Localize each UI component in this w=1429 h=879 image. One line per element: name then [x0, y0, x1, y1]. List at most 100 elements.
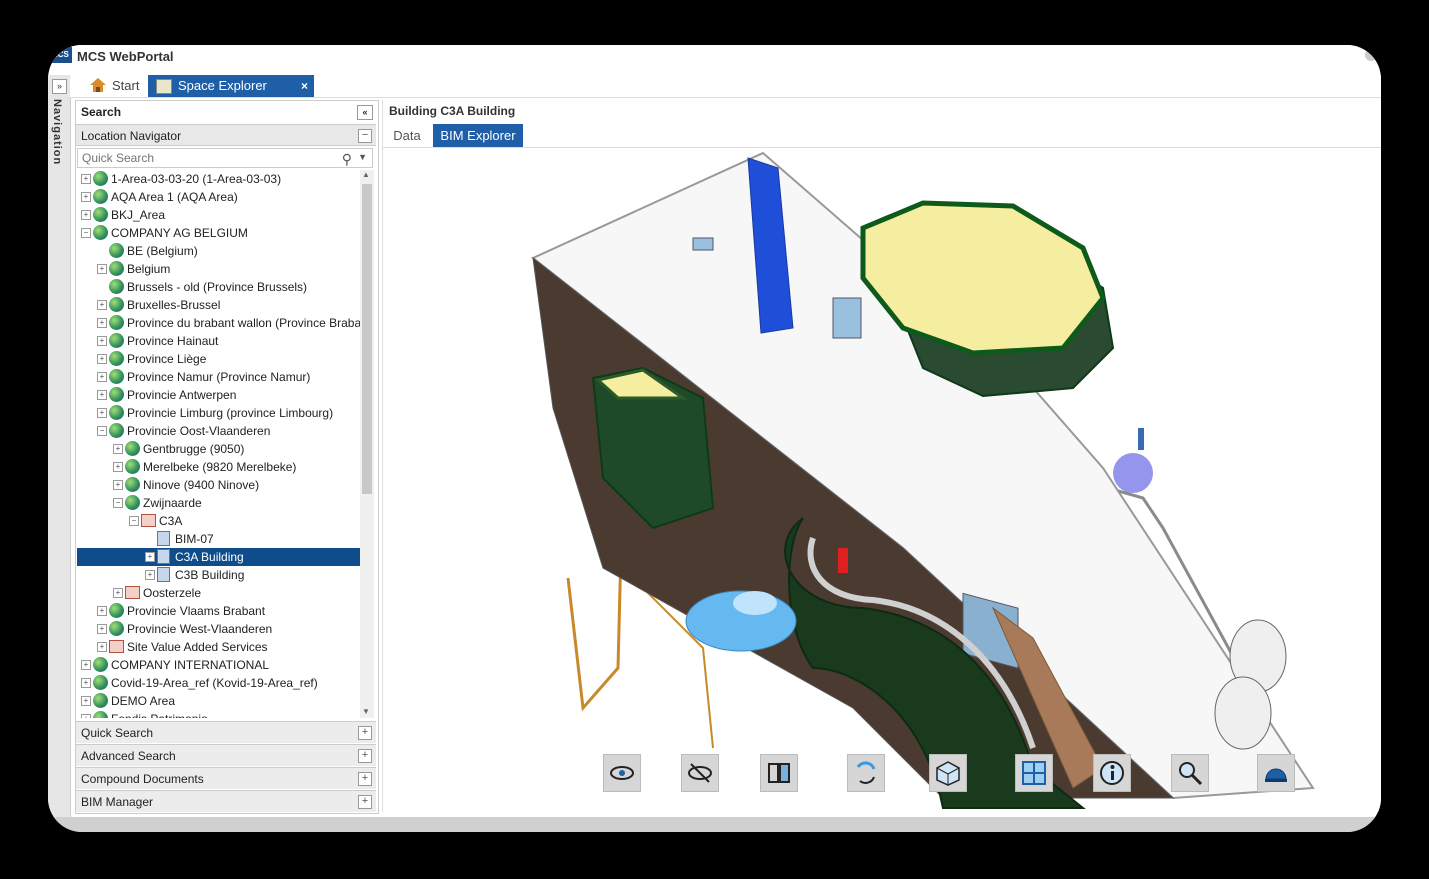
expand-icon[interactable]: +: [81, 192, 91, 202]
expand-icon[interactable]: +: [97, 390, 107, 400]
zoom-button[interactable]: [1171, 754, 1209, 792]
tab-space-explorer[interactable]: Space Explorer ×: [148, 75, 314, 97]
expand-icon[interactable]: +: [97, 606, 107, 616]
puzzle-button[interactable]: [1015, 754, 1053, 792]
tree-node[interactable]: + Province Hainaut: [77, 332, 360, 350]
collapse-icon[interactable]: −: [81, 228, 91, 238]
expand-icon[interactable]: +: [97, 318, 107, 328]
collapse-icon[interactable]: −: [97, 426, 107, 436]
tab-bim-explorer[interactable]: BIM Explorer: [433, 124, 523, 147]
scroll-up-icon[interactable]: ▲: [362, 170, 370, 179]
expand-icon[interactable]: +: [97, 642, 107, 652]
tree-node[interactable]: + Site Value Added Services: [77, 638, 360, 656]
navigation-label[interactable]: Navigation: [51, 99, 63, 165]
tree-node[interactable]: + AQA Area 1 (AQA Area): [77, 188, 360, 206]
expand-icon[interactable]: +: [81, 714, 91, 718]
window-menu-icon[interactable]: [1365, 49, 1377, 61]
search-icon[interactable]: ⚲: [342, 151, 352, 168]
expand-icon[interactable]: +: [97, 372, 107, 382]
expand-section-button[interactable]: +: [358, 726, 372, 740]
show-button[interactable]: [603, 754, 641, 792]
tree-node[interactable]: + Provincie West-Vlaanderen: [77, 620, 360, 638]
helmet-button[interactable]: [1257, 754, 1295, 792]
building-icon: [109, 640, 124, 653]
expand-icon[interactable]: +: [97, 264, 107, 274]
tree-node[interactable]: + Bruxelles-Brussel: [77, 296, 360, 314]
tree-node-label: Provincie Vlaams Brabant: [127, 604, 266, 618]
tree-node[interactable]: + Provincie Antwerpen: [77, 386, 360, 404]
expand-section-button[interactable]: +: [358, 772, 372, 786]
tab-data[interactable]: Data: [383, 124, 431, 147]
scroll-down-icon[interactable]: ▼: [362, 707, 370, 716]
tree-node[interactable]: + C3B Building: [77, 566, 360, 584]
tree-node[interactable]: Brussels - old (Province Brussels): [77, 278, 360, 296]
tree-node[interactable]: + Province Liège: [77, 350, 360, 368]
quick-search-input[interactable]: [78, 149, 336, 167]
expand-icon[interactable]: +: [81, 174, 91, 184]
tree-node[interactable]: BIM-07: [77, 530, 360, 548]
expand-icon[interactable]: +: [97, 624, 107, 634]
collapse-icon[interactable]: −: [113, 498, 123, 508]
advanced-search-section[interactable]: Advanced Search +: [76, 744, 376, 766]
location-navigator-header[interactable]: Location Navigator −: [76, 124, 376, 146]
cube-view-button[interactable]: [929, 754, 967, 792]
expand-icon[interactable]: +: [145, 552, 155, 562]
tree-node[interactable]: + BKJ_Area: [77, 206, 360, 224]
compound-documents-section[interactable]: Compound Documents +: [76, 767, 376, 789]
tree-node[interactable]: − Provincie Oost-Vlaanderen: [77, 422, 360, 440]
tree-node[interactable]: + Province Namur (Province Namur): [77, 368, 360, 386]
expand-icon[interactable]: +: [97, 354, 107, 364]
expand-icon[interactable]: +: [113, 480, 123, 490]
tree-node[interactable]: + Provincie Vlaams Brabant: [77, 602, 360, 620]
collapse-section-button[interactable]: −: [358, 129, 372, 143]
tree-node[interactable]: + Ninove (9400 Ninove): [77, 476, 360, 494]
scrollbar-thumb[interactable]: [362, 184, 372, 494]
tree-node[interactable]: + C3A Building: [77, 548, 360, 566]
tree-node[interactable]: BE (Belgium): [77, 242, 360, 260]
expand-icon[interactable]: +: [81, 660, 91, 670]
expand-icon[interactable]: +: [145, 570, 155, 580]
tree-node[interactable]: + Oosterzele: [77, 584, 360, 602]
expand-icon[interactable]: +: [113, 444, 123, 454]
expand-icon[interactable]: +: [81, 210, 91, 220]
tree-scrollbar[interactable]: ▲ ▼: [360, 170, 374, 718]
info-button[interactable]: [1093, 754, 1131, 792]
cube-view-icon: [936, 761, 960, 786]
expand-icon[interactable]: +: [113, 588, 123, 598]
close-icon[interactable]: ×: [301, 75, 308, 97]
search-panel: Search « Location Navigator − ⚲ ▼ +1-Are…: [75, 100, 379, 814]
rotate-button[interactable]: [847, 754, 885, 792]
expand-icon[interactable]: +: [81, 678, 91, 688]
tree-node[interactable]: + Province du brabant wallon (Province Br…: [77, 314, 360, 332]
collapse-icon[interactable]: −: [129, 516, 139, 526]
tree-node[interactable]: − C3A: [77, 512, 360, 530]
tree-node[interactable]: + Covid-19-Area_ref (Kovid-19-Area_ref): [77, 674, 360, 692]
expand-icon[interactable]: +: [97, 408, 107, 418]
collapse-panel-button[interactable]: «: [357, 105, 373, 120]
expand-icon[interactable]: +: [81, 696, 91, 706]
expand-icon[interactable]: +: [97, 300, 107, 310]
tree-node[interactable]: + Provincie Limburg (province Limbourg): [77, 404, 360, 422]
bim-3d-viewer[interactable]: [383, 148, 1381, 812]
tree-node[interactable]: + Belgium: [77, 260, 360, 278]
bim-manager-section[interactable]: BIM Manager +: [76, 790, 376, 812]
expand-section-button[interactable]: +: [358, 749, 372, 763]
quick-search-section[interactable]: Quick Search +: [76, 721, 376, 743]
tree-node[interactable]: + Fondis Patrimonio: [77, 710, 360, 718]
expand-icon[interactable]: +: [97, 336, 107, 346]
tree-node[interactable]: − COMPANY AG BELGIUM: [77, 224, 360, 242]
building-3d-model[interactable]: [383, 148, 1381, 812]
tree-node[interactable]: − Zwijnaarde: [77, 494, 360, 512]
tree-node[interactable]: + Gentbrugge (9050): [77, 440, 360, 458]
nav-expand-button[interactable]: »: [52, 79, 67, 94]
chevron-down-icon[interactable]: ▼: [358, 152, 367, 162]
tree-node[interactable]: + DEMO Area: [77, 692, 360, 710]
split-view-button[interactable]: [760, 754, 798, 792]
expand-section-button[interactable]: +: [358, 795, 372, 809]
tree-node[interactable]: + Merelbeke (9820 Merelbeke): [77, 458, 360, 476]
tree-node[interactable]: +1-Area-03-03-20 (1-Area-03-03): [77, 170, 360, 188]
expand-icon[interactable]: +: [113, 462, 123, 472]
tree-node[interactable]: + COMPANY INTERNATIONAL: [77, 656, 360, 674]
hide-button[interactable]: [681, 754, 719, 792]
tree-node-label: Provincie Antwerpen: [127, 388, 237, 402]
